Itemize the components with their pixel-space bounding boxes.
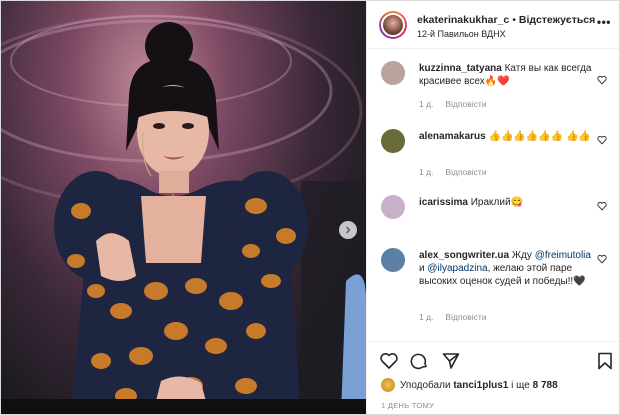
likes-count[interactable]: 8 788 bbox=[533, 380, 558, 391]
likes-mid: і ще bbox=[511, 379, 530, 391]
comment-icon[interactable] bbox=[409, 351, 429, 371]
liker-username[interactable]: tanci1plus1 bbox=[453, 380, 508, 391]
action-bar bbox=[367, 341, 619, 381]
comment-username[interactable]: alex_songwriter.ua bbox=[419, 250, 509, 261]
mention-link[interactable]: @freimutolia bbox=[535, 250, 591, 261]
post-timestamp[interactable]: 1 ДЕНЬ ТОМУ bbox=[381, 401, 434, 410]
next-photo-button[interactable] bbox=[339, 221, 357, 239]
instagram-post: ekaterinakukhar_c • Відстежується 12-й Пав… bbox=[0, 0, 620, 415]
reply-button[interactable]: Відповісти bbox=[445, 312, 486, 322]
reply-button[interactable]: Відповісти bbox=[445, 99, 486, 109]
comment-username[interactable]: alenamakarus bbox=[419, 131, 486, 142]
post-sidebar: ekaterinakukhar_c • Відстежується 12-й Пав… bbox=[366, 1, 619, 414]
comment-avatar[interactable] bbox=[381, 195, 405, 219]
comment-body-prefix: Жду bbox=[511, 250, 532, 261]
comment-meta: 1 д. Відповісти bbox=[419, 312, 487, 322]
bookmark-icon[interactable] bbox=[595, 351, 615, 371]
author-username[interactable]: ekaterinakukhar_c bbox=[417, 14, 509, 26]
comment-text: alex_songwriter.ua Жду @freimutolia и @i… bbox=[419, 249, 597, 288]
comment-text: kuzzinna_tatyana Катя вы как всегда крас… bbox=[419, 62, 597, 88]
heart-icon[interactable] bbox=[597, 75, 607, 85]
comment-body-mid: и bbox=[419, 263, 425, 274]
comments-list: kuzzinna_tatyana Катя вы как всегда крас… bbox=[367, 51, 619, 341]
comment-text: icarissima Ираклий😋 bbox=[419, 196, 597, 209]
heart-icon[interactable] bbox=[379, 351, 399, 371]
comment-avatar[interactable] bbox=[381, 129, 405, 153]
likes-prefix: Уподобали bbox=[400, 379, 451, 391]
follow-status-button[interactable]: Відстежується bbox=[519, 14, 595, 26]
comment-username[interactable]: kuzzinna_tatyana bbox=[419, 63, 502, 74]
author-avatar[interactable] bbox=[379, 11, 407, 39]
comment-age: 1 д. bbox=[419, 167, 434, 177]
comment-body: Ираклий😋 bbox=[470, 197, 523, 208]
comment-text: alenamakarus 👍👍👍👍👍👍 👍👍 bbox=[419, 130, 597, 143]
chevron-right-icon bbox=[346, 226, 351, 234]
more-options-button[interactable]: ••• bbox=[597, 15, 611, 29]
photo-illustration bbox=[1, 14, 366, 414]
author-line: ekaterinakukhar_c • Відстежується bbox=[417, 14, 595, 26]
mention-link[interactable]: @ilyapadzina bbox=[427, 263, 487, 274]
comment-age: 1 д. bbox=[419, 99, 434, 109]
separator-dot: • bbox=[512, 14, 516, 26]
comment-username[interactable]: icarissima bbox=[419, 197, 468, 208]
liker-avatar[interactable] bbox=[381, 378, 395, 392]
reply-button[interactable]: Відповісти bbox=[445, 167, 486, 177]
comment-body: 👍👍👍👍👍👍 👍👍 bbox=[488, 131, 591, 142]
comment-meta: 1 д. Відповісти bbox=[419, 167, 487, 177]
share-icon[interactable] bbox=[441, 351, 461, 371]
post-location[interactable]: 12-й Павильон ВДНХ bbox=[417, 29, 506, 39]
comment-age: 1 д. bbox=[419, 312, 434, 322]
post-photo[interactable] bbox=[1, 1, 366, 414]
comment-avatar[interactable] bbox=[381, 61, 405, 85]
comment-avatar[interactable] bbox=[381, 248, 405, 272]
post-header: ekaterinakukhar_c • Відстежується 12-й Пав… bbox=[367, 1, 619, 49]
heart-icon[interactable] bbox=[597, 135, 607, 145]
comment-meta: 1 д. Відповісти bbox=[419, 99, 487, 109]
heart-icon[interactable] bbox=[597, 254, 607, 264]
likes-summary: Уподобали tanci1plus1 і ще 8 788 bbox=[381, 378, 558, 392]
heart-icon[interactable] bbox=[597, 201, 607, 211]
